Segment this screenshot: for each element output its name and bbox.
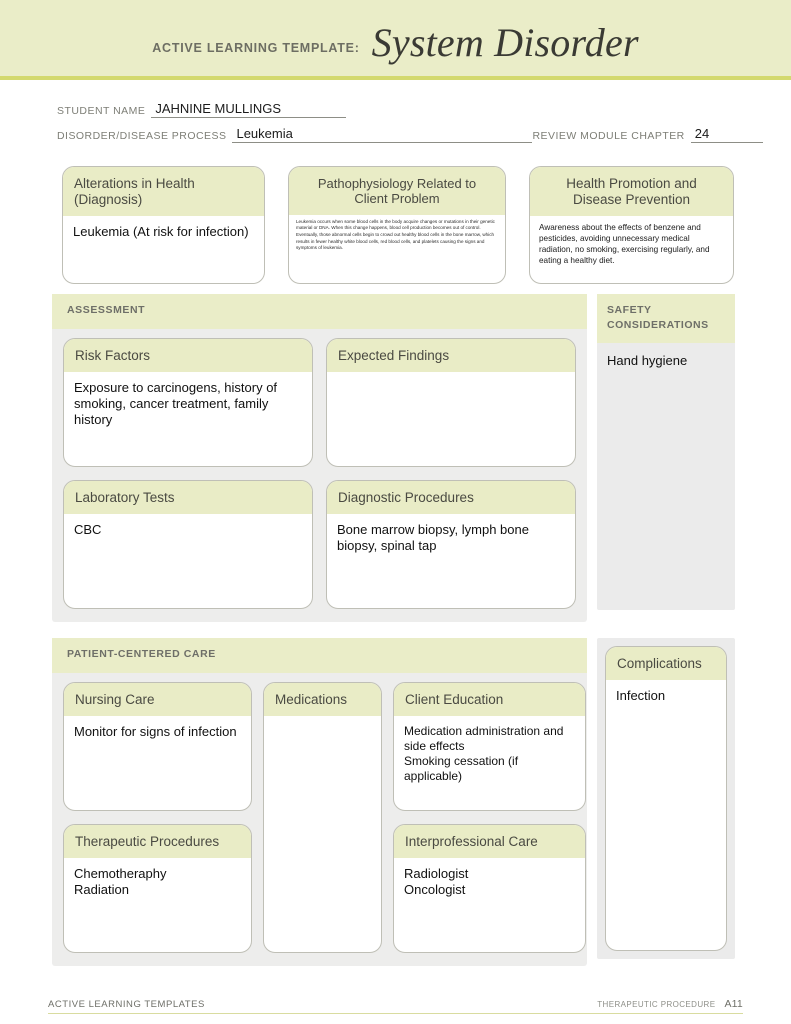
card-body[interactable]: Bone marrow biopsy, lymph bone biopsy, s… <box>327 514 575 608</box>
patient-care-and-complications-row: PATIENT-CENTERED CARE Nursing Care Monit… <box>0 622 791 966</box>
complications-panel: Complications Infection <box>597 638 735 959</box>
page-footer: ACTIVE LEARNING TEMPLATES THERAPEUTIC PR… <box>0 998 791 1014</box>
card-nursing-care: Nursing Care Monitor for signs of infect… <box>63 682 252 811</box>
card-body[interactable]: CBC <box>64 514 312 608</box>
card-therapeutic-procedures: Therapeutic Procedures Chemotheraphy Rad… <box>63 824 252 953</box>
card-title: Risk Factors <box>64 339 312 372</box>
card-body[interactable]: Monitor for signs of infection <box>64 716 251 810</box>
pcc-section-label: PATIENT-CENTERED CARE <box>67 648 216 660</box>
card-client-education: Client Education Medication administrati… <box>393 682 586 811</box>
top-box-row: Alterations in Health (Diagnosis) Leukem… <box>0 152 791 284</box>
card-expected-findings: Expected Findings <box>326 338 576 467</box>
footer-page-number: A11 <box>724 998 743 1010</box>
pcc-right-column: Client Education Medication administrati… <box>393 682 586 953</box>
card-interprofessional-care: Interprofessional Care Radiologist Oncol… <box>393 824 586 953</box>
card-title: Laboratory Tests <box>64 481 312 514</box>
card-body[interactable]: Chemotheraphy Radiation <box>64 858 251 952</box>
pcc-header-band: PATIENT-CENTERED CARE <box>52 638 587 673</box>
chapter-field[interactable]: 24 <box>690 127 763 143</box>
card-medications: Medications <box>263 682 382 953</box>
pcc-left-column: Nursing Care Monitor for signs of infect… <box>63 682 252 953</box>
card-body[interactable]: Exposure to carcinogens, history of smok… <box>64 372 312 466</box>
card-title: Interprofessional Care <box>394 825 585 858</box>
assessment-row-2: Laboratory Tests CBC Diagnostic Procedur… <box>63 480 576 609</box>
assessment-section-label: ASSESSMENT <box>67 304 146 316</box>
card-title: Therapeutic Procedures <box>64 825 251 858</box>
card-title: Medications <box>264 683 381 716</box>
card-title: Nursing Care <box>64 683 251 716</box>
card-body[interactable]: Leukemia occurs when some blood cells in… <box>289 215 505 252</box>
header-eyebrow: ACTIVE LEARNING TEMPLATE: <box>152 41 360 55</box>
safety-considerations-panel: SAFETY CONSIDERATIONS Hand hygiene <box>597 294 735 610</box>
identification-fields: STUDENT NAME JAHNINE MULLINGS DISORDER/D… <box>0 80 791 143</box>
patient-centered-care-panel: PATIENT-CENTERED CARE Nursing Care Monit… <box>52 638 587 966</box>
disorder-row: DISORDER/DISEASE PROCESS Leukemia REVIEW… <box>57 127 763 143</box>
safety-body[interactable]: Hand hygiene <box>597 343 735 370</box>
footer-brand: ACTIVE LEARNING TEMPLATES <box>48 999 205 1010</box>
card-health-promotion: Health Promotion and Disease Prevention … <box>529 166 734 284</box>
student-name-label: STUDENT NAME <box>57 105 146 117</box>
assessment-and-safety-row: ASSESSMENT Risk Factors Exposure to carc… <box>0 284 791 622</box>
student-name-field[interactable]: JAHNINE MULLINGS <box>151 102 347 118</box>
card-title: Alterations in Health (Diagnosis) <box>63 167 264 216</box>
card-pathophysiology: Pathophysiology Related to Client Proble… <box>288 166 506 284</box>
safety-section-label: SAFETY CONSIDERATIONS <box>597 294 735 344</box>
header-band: ACTIVE LEARNING TEMPLATE: System Disorde… <box>0 0 791 80</box>
card-title: Expected Findings <box>327 339 575 372</box>
page-title: System Disorder <box>371 20 639 65</box>
assessment-header-band: ASSESSMENT <box>52 294 587 329</box>
card-title: Complications <box>606 647 726 680</box>
footer-category: THERAPEUTIC PROCEDURE <box>597 1000 716 1009</box>
student-name-row: STUDENT NAME JAHNINE MULLINGS <box>57 102 737 118</box>
card-title: Client Education <box>394 683 585 716</box>
pcc-middle-column: Medications <box>263 682 382 953</box>
assessment-row-1: Risk Factors Exposure to carcinogens, hi… <box>63 329 576 467</box>
card-body[interactable] <box>327 372 575 466</box>
card-body[interactable] <box>264 716 381 952</box>
chapter-label: REVIEW MODULE CHAPTER <box>532 130 685 142</box>
card-complications: Complications Infection <box>605 646 727 951</box>
card-body[interactable]: Medication administration and side effec… <box>394 716 585 810</box>
card-body[interactable]: Infection <box>606 680 726 950</box>
disorder-field[interactable]: Leukemia <box>232 127 533 143</box>
card-title: Health Promotion and Disease Prevention <box>530 167 733 216</box>
card-title: Diagnostic Procedures <box>327 481 575 514</box>
card-diagnostic-procedures: Diagnostic Procedures Bone marrow biopsy… <box>326 480 576 609</box>
card-alterations-in-health: Alterations in Health (Diagnosis) Leukem… <box>62 166 265 284</box>
card-risk-factors: Risk Factors Exposure to carcinogens, hi… <box>63 338 313 467</box>
card-laboratory-tests: Laboratory Tests CBC <box>63 480 313 609</box>
disorder-label: DISORDER/DISEASE PROCESS <box>57 130 227 142</box>
card-body[interactable]: Awareness about the effects of benzene a… <box>530 216 733 266</box>
card-body[interactable]: Leukemia (At risk for infection) <box>63 216 264 283</box>
card-title: Pathophysiology Related to Client Proble… <box>289 167 505 215</box>
card-body[interactable]: Radiologist Oncologist <box>394 858 585 952</box>
assessment-panel: ASSESSMENT Risk Factors Exposure to carc… <box>52 294 587 622</box>
